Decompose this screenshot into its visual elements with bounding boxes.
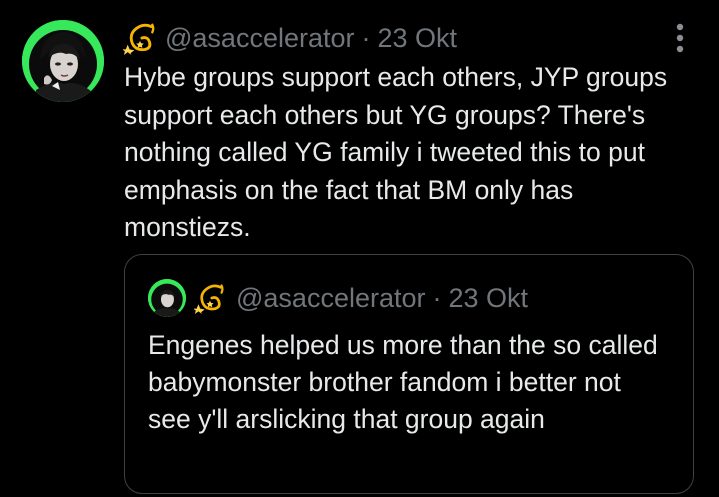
- quoted-tweet-date[interactable]: 23 Okt: [449, 283, 529, 314]
- more-options-button[interactable]: [671, 22, 689, 54]
- quoted-author-handle[interactable]: @asaccelerator: [236, 283, 426, 314]
- quoted-header-separator: ·: [432, 282, 442, 313]
- quoted-tweet[interactable]: @asaccelerator · 23 Okt Engenes helped u…: [124, 254, 694, 494]
- author-handle[interactable]: @asaccelerator: [165, 23, 355, 54]
- header-separator: ·: [361, 22, 371, 53]
- tweet-text: Hybe groups support each others, JYP gro…: [124, 62, 668, 242]
- tweet-header: @asaccelerator · 23 Okt: [123, 20, 457, 56]
- dizzy-emoji-icon: [123, 21, 157, 55]
- quoted-tweet-text: Engenes helped us more than the so calle…: [148, 330, 658, 434]
- avatar-image: [148, 279, 186, 317]
- avatar-image: [22, 20, 104, 102]
- tweet-date[interactable]: 23 Okt: [378, 23, 458, 54]
- tweet[interactable]: @asaccelerator · 23 Okt Hybe groups supp…: [0, 0, 719, 497]
- dizzy-emoji-icon: [194, 282, 226, 314]
- more-vertical-icon: [676, 23, 684, 53]
- author-avatar[interactable]: [22, 20, 104, 102]
- quoted-author-avatar[interactable]: [148, 279, 186, 317]
- quoted-tweet-header: @asaccelerator · 23 Okt: [148, 279, 528, 317]
